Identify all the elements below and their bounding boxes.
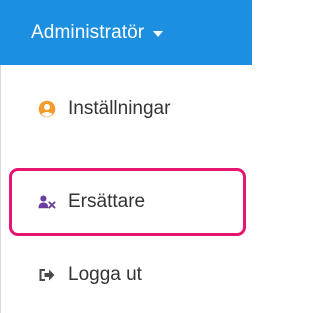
menu-item-label: Logga ut (68, 264, 142, 285)
user-menu-screenshot: Administratör Inställningar Ersättare Lo… (0, 0, 252, 313)
sign-out-icon (38, 266, 56, 284)
user-menu-title: Administratör (31, 21, 145, 43)
user-menu-toggle[interactable]: Administratör (0, 0, 252, 65)
menu-item-label: Inställningar (68, 98, 171, 119)
menu-item-label: Ersättare (68, 191, 146, 212)
caret-down-icon (153, 30, 164, 37)
user-times-icon (38, 193, 56, 211)
menu-item-substitute[interactable]: Ersättare (0, 177, 252, 227)
menu-item-settings[interactable]: Inställningar (0, 84, 252, 134)
user-circle-icon (38, 100, 56, 118)
menu-item-logout[interactable]: Logga ut (0, 250, 252, 300)
